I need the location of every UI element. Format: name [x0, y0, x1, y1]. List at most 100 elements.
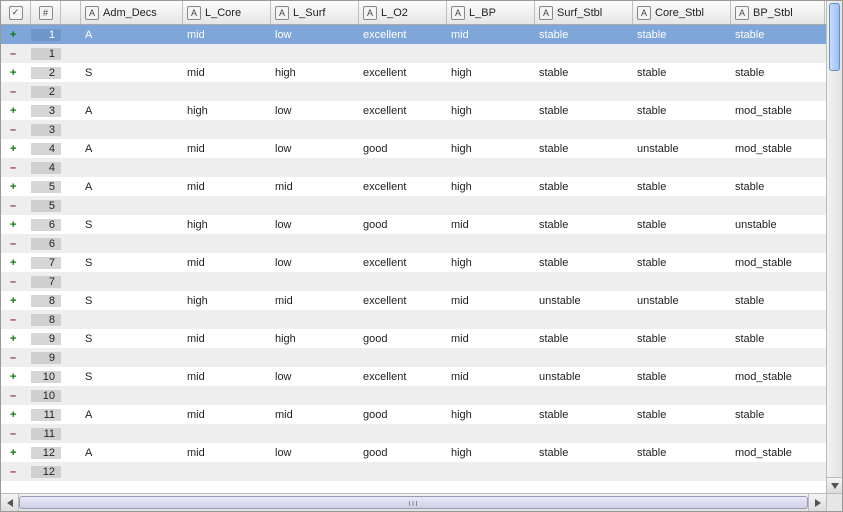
cell-lo2[interactable]: excellent — [359, 29, 447, 41]
cell-cores[interactable]: stable — [633, 447, 731, 459]
vertical-scroll-thumb[interactable] — [829, 3, 840, 71]
column-header-l-core[interactable]: A L_Core — [183, 1, 271, 24]
expand-toggle[interactable]: + — [1, 143, 31, 155]
collapse-toggle[interactable]: – — [1, 314, 31, 326]
cell-cores[interactable]: stable — [633, 257, 731, 269]
cell-lsurf[interactable]: high — [271, 333, 359, 345]
cell-adm[interactable]: A — [81, 143, 183, 155]
cell-lcore[interactable]: mid — [183, 143, 271, 155]
cell-lsurf[interactable]: low — [271, 105, 359, 117]
expand-toggle[interactable]: + — [1, 29, 31, 41]
cell-lcore[interactable]: mid — [183, 29, 271, 41]
cell-lsurf[interactable]: low — [271, 447, 359, 459]
cell-adm[interactable]: A — [81, 29, 183, 41]
column-header-adm-decs[interactable]: A Adm_Decs — [81, 1, 183, 24]
table-row[interactable]: +2Smidhighexcellenthighstablestablestabl… — [1, 63, 826, 82]
cell-lo2[interactable]: good — [359, 143, 447, 155]
cell-cores[interactable]: unstable — [633, 143, 731, 155]
collapse-toggle[interactable]: – — [1, 390, 31, 402]
cell-bps[interactable]: mod_stable — [731, 143, 825, 155]
column-header-l-bp[interactable]: A L_BP — [447, 1, 535, 24]
cell-lcore[interactable]: mid — [183, 333, 271, 345]
scroll-right-button[interactable] — [808, 494, 826, 511]
cell-lo2[interactable]: excellent — [359, 371, 447, 383]
cell-lbp[interactable]: mid — [447, 219, 535, 231]
table-row[interactable]: +7Smidlowexcellenthighstablestablemod_st… — [1, 253, 826, 272]
cell-surfs[interactable]: stable — [535, 105, 633, 117]
cell-adm[interactable]: A — [81, 105, 183, 117]
collapse-toggle[interactable]: – — [1, 352, 31, 364]
table-row[interactable]: –9 — [1, 348, 826, 367]
collapse-toggle[interactable]: – — [1, 428, 31, 440]
collapse-toggle[interactable]: – — [1, 238, 31, 250]
cell-lcore[interactable]: mid — [183, 257, 271, 269]
cell-lcore[interactable]: high — [183, 295, 271, 307]
cell-lcore[interactable]: mid — [183, 371, 271, 383]
expand-toggle[interactable]: + — [1, 447, 31, 459]
cell-surfs[interactable]: stable — [535, 333, 633, 345]
table-row[interactable]: –10 — [1, 386, 826, 405]
table-row[interactable]: +12Amidlowgoodhighstablestablemod_stable — [1, 443, 826, 462]
scroll-left-button[interactable] — [1, 494, 19, 511]
cell-cores[interactable]: stable — [633, 333, 731, 345]
cell-lo2[interactable]: excellent — [359, 257, 447, 269]
cell-lbp[interactable]: high — [447, 181, 535, 193]
cell-cores[interactable]: stable — [633, 29, 731, 41]
collapse-toggle[interactable]: – — [1, 48, 31, 60]
cell-adm[interactable]: A — [81, 447, 183, 459]
cell-cores[interactable]: stable — [633, 219, 731, 231]
cell-surfs[interactable]: stable — [535, 409, 633, 421]
cell-cores[interactable]: stable — [633, 409, 731, 421]
cell-bps[interactable]: stable — [731, 181, 825, 193]
vertical-scrollbar[interactable] — [826, 1, 842, 493]
cell-adm[interactable]: S — [81, 67, 183, 79]
cell-lo2[interactable]: excellent — [359, 295, 447, 307]
cell-lbp[interactable]: high — [447, 257, 535, 269]
column-header-core-stbl[interactable]: A Core_Stbl — [633, 1, 731, 24]
table-row[interactable]: +11Amidmidgoodhighstablestablestable — [1, 405, 826, 424]
cell-cores[interactable]: unstable — [633, 295, 731, 307]
cell-cores[interactable]: stable — [633, 181, 731, 193]
cell-lbp[interactable]: high — [447, 143, 535, 155]
cell-lo2[interactable]: excellent — [359, 105, 447, 117]
cell-adm[interactable]: S — [81, 295, 183, 307]
cell-lcore[interactable]: mid — [183, 181, 271, 193]
cell-lo2[interactable]: excellent — [359, 181, 447, 193]
collapse-toggle[interactable]: – — [1, 162, 31, 174]
cell-bps[interactable]: mod_stable — [731, 447, 825, 459]
horizontal-scroll-thumb[interactable]: ııı — [19, 496, 808, 509]
cell-lsurf[interactable]: low — [271, 143, 359, 155]
cell-surfs[interactable]: stable — [535, 67, 633, 79]
cell-lbp[interactable]: mid — [447, 333, 535, 345]
cell-lsurf[interactable]: low — [271, 257, 359, 269]
cell-bps[interactable]: unstable — [731, 219, 825, 231]
scroll-down-button[interactable] — [827, 477, 842, 493]
cell-lbp[interactable]: mid — [447, 371, 535, 383]
table-row[interactable]: –11 — [1, 424, 826, 443]
cell-adm[interactable]: S — [81, 371, 183, 383]
cell-adm[interactable]: S — [81, 257, 183, 269]
cell-lbp[interactable]: mid — [447, 295, 535, 307]
cell-lsurf[interactable]: mid — [271, 409, 359, 421]
cell-cores[interactable]: stable — [633, 67, 731, 79]
collapse-toggle[interactable]: – — [1, 276, 31, 288]
cell-adm[interactable]: S — [81, 333, 183, 345]
cell-adm[interactable]: S — [81, 219, 183, 231]
collapse-toggle[interactable]: – — [1, 86, 31, 98]
expand-toggle[interactable]: + — [1, 257, 31, 269]
expand-toggle[interactable]: + — [1, 409, 31, 421]
cell-lbp[interactable]: high — [447, 67, 535, 79]
table-row[interactable]: +6Shighlowgoodmidstablestableunstable — [1, 215, 826, 234]
cell-lsurf[interactable]: low — [271, 29, 359, 41]
cell-lsurf[interactable]: low — [271, 219, 359, 231]
cell-surfs[interactable]: stable — [535, 257, 633, 269]
table-row[interactable]: +8Shighmidexcellentmidunstableunstablest… — [1, 291, 826, 310]
horizontal-scrollbar[interactable]: ııı — [1, 493, 826, 511]
table-row[interactable]: –8 — [1, 310, 826, 329]
expand-toggle[interactable]: + — [1, 105, 31, 117]
cell-bps[interactable]: mod_stable — [731, 257, 825, 269]
cell-surfs[interactable]: stable — [535, 29, 633, 41]
column-header-surf-stbl[interactable]: A Surf_Stbl — [535, 1, 633, 24]
collapse-toggle[interactable]: – — [1, 466, 31, 478]
table-row[interactable]: –6 — [1, 234, 826, 253]
